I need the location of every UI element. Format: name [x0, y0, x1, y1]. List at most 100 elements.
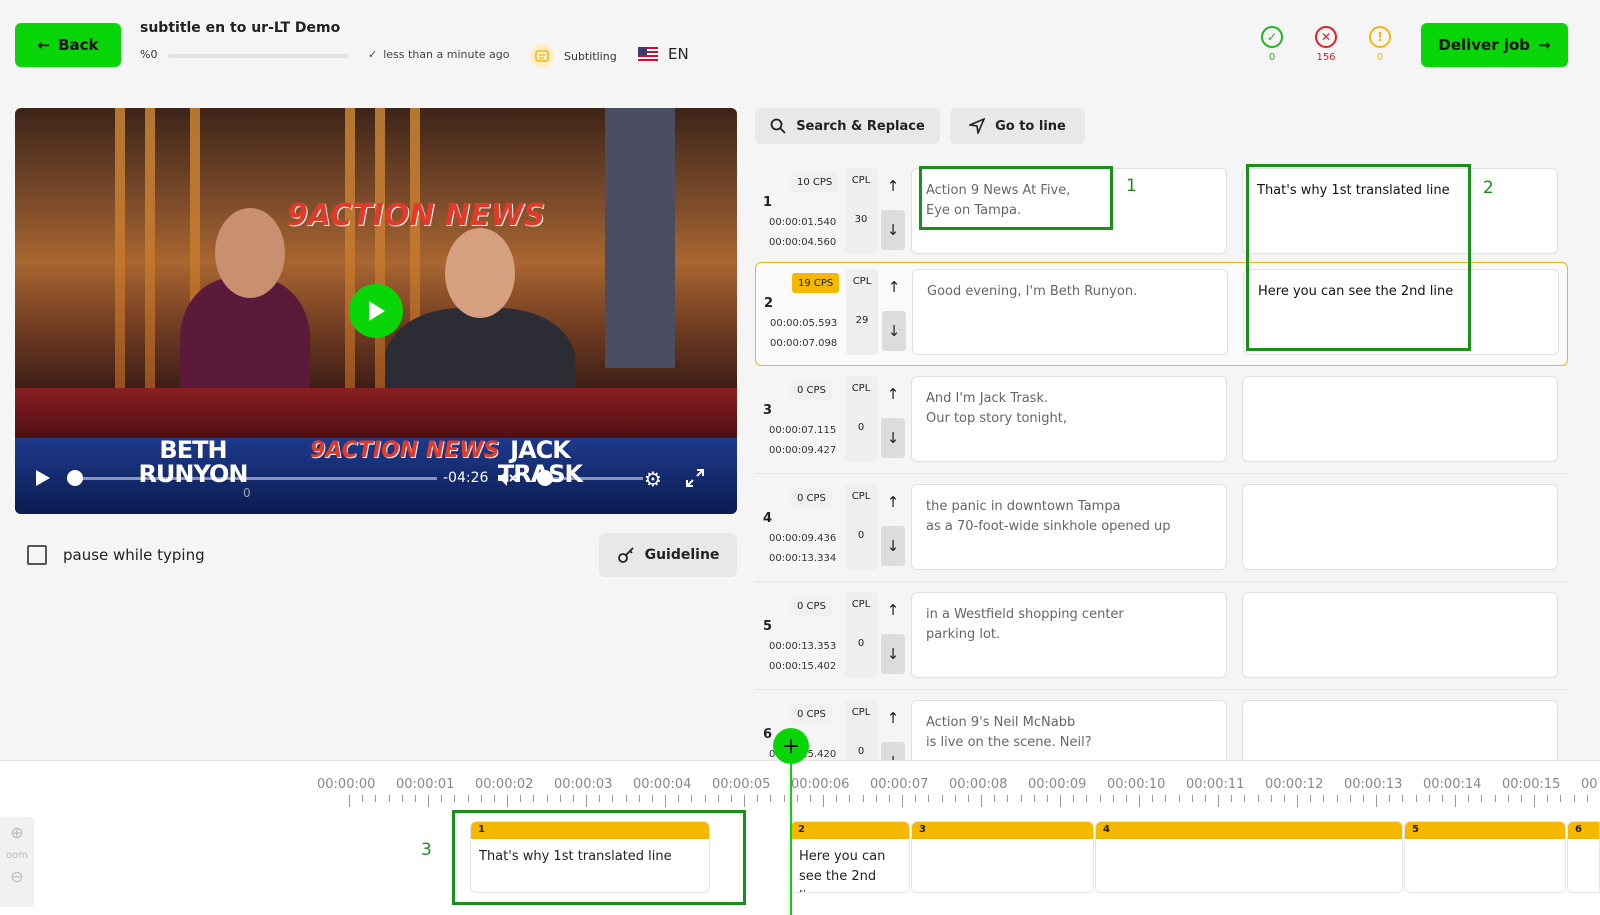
timeline-tick	[836, 795, 838, 802]
source-text: the panic in downtown Tampa as a 70-foot…	[911, 484, 1227, 570]
target-text-input[interactable]	[1242, 700, 1558, 760]
search-replace-button[interactable]: Search & Replace	[755, 108, 940, 144]
timeline-tick	[1507, 795, 1509, 802]
timeline-tick	[1270, 795, 1272, 802]
timeline-tick	[1007, 795, 1009, 802]
timeline-tick	[586, 795, 587, 807]
timeline-tick	[954, 795, 956, 802]
seek-bar[interactable]	[73, 477, 437, 480]
time-out[interactable]: 00:00:13.334	[769, 553, 836, 564]
annotation-label-3: 3	[421, 840, 432, 860]
timeline-tick	[1415, 795, 1417, 802]
timeline-tick	[1547, 795, 1549, 802]
arrow-down-icon[interactable]: ↓	[881, 526, 905, 566]
gear-icon[interactable]: ⚙	[644, 467, 662, 491]
mute-icon[interactable]	[497, 469, 517, 487]
timeline-tick	[1520, 795, 1522, 802]
annotation-box-2	[1246, 164, 1471, 351]
arrow-down-icon[interactable]: ↓	[881, 210, 905, 250]
cpl-box: CPL 0	[845, 376, 877, 462]
target-text-input[interactable]	[1242, 376, 1558, 462]
qa-warning-counter[interactable]: ! 0	[1365, 26, 1395, 63]
key-icon	[617, 547, 634, 563]
timeline-segment[interactable]: 2 Here you can see the 2nd line	[790, 821, 910, 893]
zoom-in-icon[interactable]: ⊕	[0, 823, 34, 842]
time-in[interactable]: 00:00:05.593	[770, 318, 837, 329]
timeline-tick-label: 00:00:05	[712, 777, 771, 792]
search-replace-label: Search & Replace	[796, 118, 925, 134]
time-out[interactable]: 00:00:15.402	[769, 661, 836, 672]
arrow-down-icon[interactable]: ↓	[881, 634, 905, 674]
timeline-segment[interactable]: 5	[1404, 821, 1566, 893]
seek-handle[interactable]	[67, 470, 83, 486]
cpl-value: 0	[857, 746, 865, 757]
go-to-line-button[interactable]: Go to line	[950, 108, 1085, 144]
timeline-tick	[862, 795, 864, 802]
timeline-tick	[1046, 795, 1048, 802]
volume-handle[interactable]	[537, 470, 553, 486]
volume-slider[interactable]	[543, 477, 643, 480]
timeline-segment[interactable]: 6	[1567, 821, 1600, 893]
subtitle-row[interactable]: 5 0 CPS CPL 0 00:00:13.353 00:00:15.402 ↑…	[755, 586, 1568, 690]
timeline-ruler[interactable]: 00:00:00 00:00:01 00:00:02 00:00:03 00:00:04…	[0, 761, 1600, 807]
subtitle-row[interactable]: 3 0 CPS CPL 0 00:00:07.115 00:00:09.427 ↑…	[755, 370, 1568, 474]
timeline-tick	[888, 795, 890, 802]
pause-while-typing-option[interactable]: pause while typing	[27, 545, 205, 565]
zoom-out-icon[interactable]: ⊖	[0, 867, 34, 886]
arrow-up-icon[interactable]: ↑	[881, 374, 905, 414]
timeline-tick	[1231, 795, 1233, 802]
qa-error-counter[interactable]: ✕ 156	[1311, 26, 1341, 63]
x-circle-icon: ✕	[1315, 26, 1337, 48]
timeline-tick	[915, 795, 917, 802]
arrow-down-icon[interactable]: ↓	[881, 418, 905, 458]
timeline-tick	[1112, 795, 1114, 802]
navigation-arrow-icon	[969, 118, 986, 134]
video-player[interactable]: 9ACTION NEWS 9ACTION NEWS BETH RUNYON JA…	[15, 108, 737, 514]
cps-badge: 0 CPS	[791, 704, 832, 724]
arrow-up-icon[interactable]: ↑	[882, 267, 906, 307]
arrow-down-icon[interactable]: ↓	[882, 311, 906, 351]
back-button[interactable]: ← Back	[15, 23, 121, 67]
subtitle-row[interactable]: 4 0 CPS CPL 0 00:00:09.436 00:00:13.334 ↑…	[755, 478, 1568, 582]
qa-ok-counter[interactable]: ✓ 0	[1257, 26, 1287, 63]
add-subtitle-button[interactable]: +	[773, 728, 809, 764]
time-in[interactable]: 00:00:13.353	[769, 641, 836, 652]
news-desk-image	[15, 388, 737, 438]
segment-text	[1568, 839, 1599, 855]
timeline-tick	[493, 795, 495, 802]
language-selector[interactable]: EN	[638, 45, 689, 63]
time-out[interactable]: 00:00:04.560	[769, 237, 836, 248]
arrow-up-icon[interactable]: ↑	[881, 482, 905, 522]
pause-checkbox[interactable]	[27, 545, 47, 565]
progress-bar	[168, 54, 348, 58]
timeline-tick	[1086, 795, 1088, 802]
arrow-down-icon[interactable]: ↓	[881, 742, 905, 760]
time-in[interactable]: 00:00:01.540	[769, 217, 836, 228]
time-out[interactable]: 00:00:09.427	[769, 445, 836, 456]
timeline-tick	[809, 795, 811, 802]
target-text-input[interactable]	[1242, 484, 1558, 570]
arrow-up-icon[interactable]: ↑	[881, 166, 905, 206]
time-in[interactable]: 00:00:07.115	[769, 425, 836, 436]
target-text-input[interactable]	[1242, 592, 1558, 678]
timeline-tick	[1586, 795, 1588, 802]
deliver-job-button[interactable]: Deliver job →	[1421, 23, 1568, 67]
playhead[interactable]	[790, 760, 792, 915]
time-in[interactable]: 00:00:09.436	[769, 533, 836, 544]
subtitle-row[interactable]: 6 0 CPS CPL0 00:00:15.420 ↑ ↓ Action 9's…	[755, 694, 1568, 760]
zoom-label: oom	[6, 850, 28, 861]
guideline-button[interactable]: Guideline	[599, 533, 737, 577]
arrow-up-icon[interactable]: ↑	[881, 590, 905, 630]
timeline-tick	[665, 795, 666, 807]
building-image	[605, 108, 675, 368]
timeline-segment[interactable]: 4	[1095, 821, 1403, 893]
timeline-segment[interactable]: 3	[911, 821, 1094, 893]
arrow-up-icon[interactable]: ↑	[881, 698, 905, 738]
timeline[interactable]: 00:00:00 00:00:01 00:00:02 00:00:03 00:00:04…	[0, 760, 1600, 915]
play-button-large[interactable]	[349, 284, 403, 338]
time-out[interactable]: 00:00:07.098	[770, 338, 837, 349]
play-control-icon[interactable]	[35, 469, 51, 487]
timeline-tick	[770, 795, 772, 802]
fullscreen-icon[interactable]	[685, 468, 705, 488]
back-label: Back	[58, 36, 99, 54]
